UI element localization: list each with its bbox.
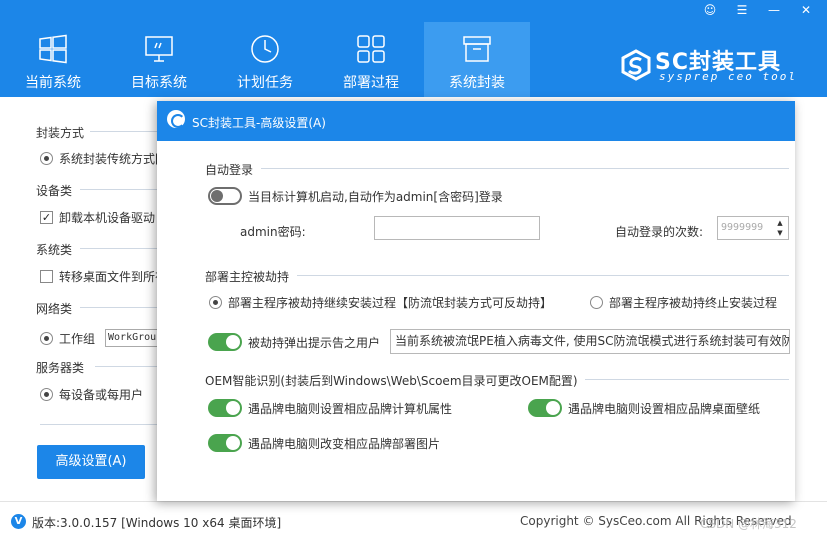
divider — [297, 275, 789, 276]
stepper-placeholder: 9999999 — [721, 222, 764, 233]
clock-icon — [251, 35, 279, 63]
option-label: 每设备或每用户 — [59, 388, 144, 402]
app-logo: SC封装工具 sysprep ceo tool — [619, 44, 799, 88]
oem-deploy-image-toggle[interactable] — [208, 434, 242, 452]
windows-icon — [39, 34, 67, 64]
divider — [80, 189, 160, 190]
radio-button[interactable] — [40, 331, 53, 345]
tab-label: 部署过程 — [343, 75, 399, 91]
hijack-continue-option[interactable]: 部署主程序被劫持继续安装过程【防流氓封装方式可反劫持】 — [209, 294, 552, 311]
watermark: CSDN @林海312 — [700, 517, 797, 531]
logo-subtitle: sysprep ceo tool — [659, 70, 797, 83]
advanced-settings-button[interactable]: 高级设置(A) — [37, 445, 145, 479]
oem-wallpaper-toggle-row[interactable]: 遇品牌电脑则设置相应品牌桌面壁纸 — [528, 399, 760, 417]
option-label: 部署主程序被劫持继续安装过程【防流氓封装方式可反劫持】 — [228, 296, 553, 310]
increment-arrow-icon[interactable]: ▲ — [775, 218, 785, 228]
menu-icon[interactable]: ☰ — [729, 2, 755, 18]
section-label: OEM智能识别(封装后到Windows\Web\Scoem目录可更改OEM配置) — [205, 374, 578, 388]
minimize-icon[interactable]: — — [761, 2, 787, 18]
divider — [40, 424, 160, 425]
divider — [261, 168, 789, 169]
logo-mark-icon — [621, 49, 651, 81]
monitor-icon — [145, 36, 173, 62]
option-label: 转移桌面文件到所有 — [59, 270, 168, 284]
option-label: 卸载本机设备驱动 — [59, 211, 156, 225]
section-label: 部署主控被劫持 — [205, 270, 290, 284]
tab-scheduled-tasks[interactable]: 计划任务 — [212, 22, 318, 97]
login-count-label: 自动登录的次数: — [615, 225, 704, 239]
package-icon — [463, 36, 491, 62]
divider — [95, 366, 160, 367]
top-header: ☺ ☰ — ✕ 当前系统 目标系统 计划任务 部署过程 系统封装 SC封装工具 … — [0, 0, 827, 97]
hijack-popup-toggle-row[interactable]: 被劫持弹出提示告之用户 — [208, 333, 380, 351]
divider — [585, 379, 789, 380]
advanced-settings-dialog: SC封装工具-高级设置(A) 自动登录 当目标计算机启动,自动作为admin[含… — [157, 101, 795, 501]
section-label: 设备类 — [36, 184, 73, 198]
dialog-titlebar[interactable]: SC封装工具-高级设置(A) — [157, 101, 795, 141]
checkbox[interactable] — [40, 270, 53, 283]
oem-properties-toggle[interactable] — [208, 399, 242, 417]
main-nav: 当前系统 目标系统 计划任务 部署过程 系统封装 — [0, 22, 530, 97]
app-icon — [167, 110, 185, 128]
option-label: 部署主程序被劫持终止安装过程 — [609, 296, 778, 310]
decrement-arrow-icon[interactable]: ▼ — [775, 228, 785, 238]
workgroup-input[interactable]: WorkGroup — [105, 329, 162, 347]
version-icon: V — [11, 514, 26, 529]
user-icon[interactable]: ☺ — [697, 2, 723, 18]
toggle-label: 遇品牌电脑则设置相应品牌桌面壁纸 — [568, 401, 761, 416]
radio-button[interactable] — [590, 296, 603, 309]
toggle-label: 遇品牌电脑则设置相应品牌计算机属性 — [248, 401, 453, 416]
uninstall-drivers-option[interactable]: ✓ 卸载本机设备驱动 — [40, 209, 155, 226]
tab-target-system[interactable]: 目标系统 — [106, 22, 212, 97]
tab-label: 计划任务 — [237, 75, 293, 91]
tab-label: 目标系统 — [131, 75, 187, 91]
hijack-popup-toggle[interactable] — [208, 333, 242, 351]
section-label: 自动登录 — [205, 163, 254, 177]
divider — [80, 307, 160, 308]
option-label: 系统封装传统方式[ — [59, 152, 160, 166]
workgroup-option[interactable]: 工作组 WorkGroup — [40, 329, 162, 347]
toggle-label: 被劫持弹出提示告之用户 — [248, 335, 381, 350]
divider — [80, 248, 160, 249]
auto-login-toggle[interactable] — [208, 187, 242, 205]
toggle-label: 遇品牌电脑则改变相应品牌部署图片 — [248, 436, 441, 451]
password-label: admin密码: — [240, 225, 306, 239]
radio-button[interactable] — [40, 152, 53, 165]
section-label: 服务器类 — [36, 361, 85, 375]
dialog-title: SC封装工具-高级设置(A) — [192, 116, 326, 130]
tab-current-system[interactable]: 当前系统 — [0, 22, 106, 97]
toggle-label: 当目标计算机启动,自动作为admin[含密码]登录 — [248, 189, 503, 204]
oem-properties-toggle-row[interactable]: 遇品牌电脑则设置相应品牌计算机属性 — [208, 399, 452, 417]
oem-deploy-image-toggle-row[interactable]: 遇品牌电脑则改变相应品牌部署图片 — [208, 434, 440, 452]
checkbox[interactable]: ✓ — [40, 211, 53, 224]
grid-icon — [357, 35, 385, 63]
divider — [90, 131, 160, 132]
hijack-message-input[interactable]: 当前系统被流氓PE植入病毒文件, 使用SC防流氓模式进行系统封装可有效防 — [390, 329, 790, 354]
auto-login-toggle-row[interactable]: 当目标计算机启动,自动作为admin[含密码]登录 — [208, 187, 503, 205]
radio-button[interactable] — [209, 296, 222, 309]
version-text: 版本:3.0.0.157 [Windows 10 x64 桌面环境] — [32, 516, 282, 530]
close-icon[interactable]: ✕ — [793, 2, 819, 18]
move-desktop-option[interactable]: 转移桌面文件到所有 — [40, 268, 167, 285]
admin-password-input[interactable] — [374, 216, 540, 240]
option-label: 工作组 — [59, 331, 96, 346]
section-label: 网络类 — [36, 302, 73, 316]
section-label: 系统类 — [36, 243, 73, 257]
tab-label: 系统封装 — [449, 75, 505, 91]
licensing-option[interactable]: 每设备或每用户 — [40, 386, 143, 403]
oem-wallpaper-toggle[interactable] — [528, 399, 562, 417]
hijack-terminate-option[interactable]: 部署主程序被劫持终止安装过程 — [590, 294, 777, 311]
login-count-stepper[interactable]: 9999999 ▲ ▼ — [717, 216, 789, 240]
tab-system-package[interactable]: 系统封装 — [424, 22, 530, 97]
section-label: 封装方式 — [36, 126, 85, 140]
package-mode-option[interactable]: 系统封装传统方式[ — [40, 150, 160, 167]
tab-deploy-process[interactable]: 部署过程 — [318, 22, 424, 97]
tab-label: 当前系统 — [25, 75, 81, 91]
window-controls: ☺ ☰ — ✕ — [697, 2, 819, 18]
radio-button[interactable] — [40, 388, 53, 401]
